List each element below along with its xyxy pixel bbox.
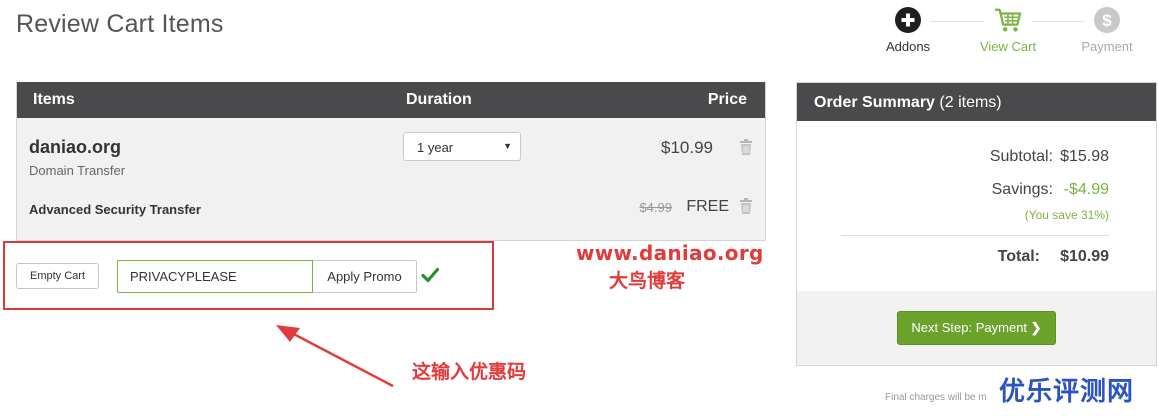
checkmark-icon [421, 267, 439, 283]
step-addons[interactable]: Addons [868, 6, 948, 54]
addon-name: Advanced Security Transfer [29, 202, 201, 217]
apply-promo-button[interactable]: Apply Promo [313, 260, 417, 293]
chevron-right-icon: ❯ [1030, 320, 1042, 335]
column-header-items: Items [33, 91, 75, 108]
addon-price: FREE [686, 198, 729, 215]
step-payment[interactable]: $ Payment [1067, 6, 1147, 54]
item-type: Domain Transfer [29, 163, 126, 178]
duration-select[interactable]: 1 year ▼ [403, 132, 521, 161]
annotation-arrow-icon [276, 325, 394, 388]
summary-divider [841, 235, 1109, 236]
summary-footer: Next Step: Payment ❯ [797, 291, 1156, 365]
column-header-price: Price [707, 91, 747, 108]
promo-code-input[interactable] [117, 260, 313, 293]
trash-icon[interactable] [739, 198, 753, 214]
empty-cart-button[interactable]: Empty Cart [16, 263, 99, 289]
savings-label: Savings: [991, 181, 1053, 198]
chevron-down-icon: ▼ [503, 141, 512, 151]
total-label: Total: [997, 248, 1040, 265]
item-price: $10.99 [661, 138, 713, 157]
checkout-steps: Addons View Cart $ Payment [868, 6, 1158, 62]
order-summary-count: (2 items) [939, 94, 1002, 111]
step-label: Payment [1081, 39, 1133, 54]
step-view-cart[interactable]: View Cart [968, 6, 1048, 54]
page-title: Review Cart Items [16, 10, 224, 38]
savings-value: -$4.99 [1063, 181, 1109, 198]
plus-circle-icon [895, 7, 921, 33]
cart-icon [994, 8, 1022, 32]
cart-header: Items Duration Price [17, 82, 765, 118]
annotation-text: 这输入优惠码 [412, 361, 527, 383]
dollar-icon: $ [1094, 7, 1120, 33]
svg-text:$: $ [1102, 11, 1112, 30]
trash-icon[interactable] [739, 139, 753, 155]
watermark-name: 大鸟博客 [609, 270, 686, 292]
order-summary-header: Order Summary (2 items) [797, 83, 1156, 121]
addon-original-price: $4.99 [639, 200, 672, 215]
order-summary: Order Summary (2 items) Subtotal: $15.98… [796, 82, 1157, 366]
final-charges-note: Final charges will be m [885, 392, 987, 403]
item-domain-name: daniao.org [29, 137, 122, 157]
corner-watermark: 优乐评测网 [999, 377, 1135, 407]
order-summary-title: Order Summary [814, 94, 935, 111]
subtotal-value: $15.98 [1060, 148, 1109, 165]
column-header-duration: Duration [406, 91, 472, 108]
duration-value: 1 year [417, 140, 454, 155]
cart-table: Items Duration Price daniao.org Domain T… [16, 82, 766, 241]
total-value: $10.99 [1060, 248, 1109, 265]
step-label: View Cart [979, 39, 1037, 54]
watermark-url: www.daniao.org [576, 241, 764, 265]
step-label: Addons [885, 39, 931, 54]
next-step-payment-button[interactable]: Next Step: Payment ❯ [897, 311, 1056, 345]
next-step-label: Next Step: Payment [911, 320, 1028, 335]
savings-note: (You save 31%) [1024, 208, 1109, 222]
subtotal-label: Subtotal: [989, 148, 1053, 165]
